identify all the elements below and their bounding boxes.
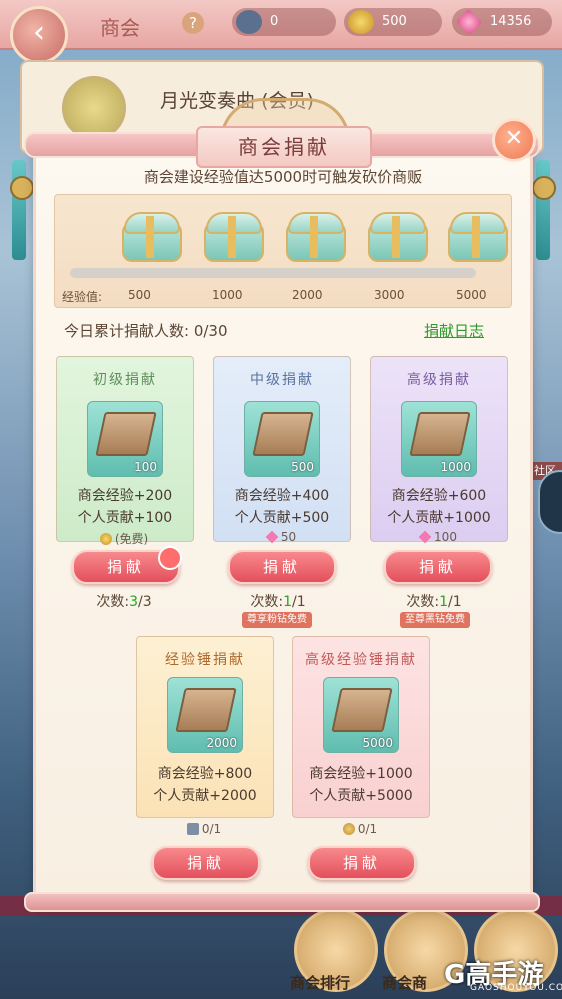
dialog-title: 商会捐献 (196, 126, 372, 168)
card-cost: 100 (370, 530, 506, 544)
personal-contribution-reward: 个人贡献+100 (77, 510, 173, 526)
notification-badge-icon (158, 546, 182, 570)
card-title: 高级经验锤捐献 (305, 652, 417, 668)
personal-contribution-reward: 个人贡献+2000 (153, 788, 257, 804)
donation-book-icon: 2000 (167, 677, 243, 753)
medal-icon (342, 823, 355, 835)
hammer-icon (236, 10, 262, 34)
card-title: 经验锤捐献 (165, 652, 245, 668)
donate-button[interactable]: 捐献 (308, 846, 416, 880)
reward-chest-icon[interactable] (204, 212, 264, 262)
dialog-subtitle: 商会建设经验值达5000时可触发砍价商贩 (143, 168, 423, 186)
donate-button[interactable]: 捐献 (152, 846, 260, 880)
guild-exp-reward: 商会经验+800 (157, 766, 253, 782)
card-basic-donation: 初级捐献 100 商会经验+200 个人贡献+100 (56, 356, 194, 542)
card-cost: 0/1 (292, 822, 428, 836)
reward-chest-icon[interactable] (448, 212, 508, 262)
personal-contribution-reward: 个人贡献+5000 (309, 788, 413, 804)
exp-label: 经验值: (62, 290, 103, 304)
community-button[interactable] (538, 470, 562, 534)
shop-label: 商会商 (382, 974, 428, 992)
donation-book-icon: 100 (87, 401, 163, 477)
coin-ornament-icon (10, 176, 34, 200)
coin-ornament-icon (532, 176, 556, 200)
donation-book-icon: 1000 (401, 401, 477, 477)
guild-exp-reward: 商会经验+400 (234, 488, 330, 504)
gold-resource: 500 (344, 8, 442, 36)
card-high-donation: 高级捐献 1000 商会经验+600 个人贡献+1000 (370, 356, 508, 542)
close-icon[interactable]: ✕ (492, 118, 536, 162)
diamond-resource: 14356 (452, 8, 552, 36)
right-banner (536, 160, 550, 260)
guild-exp-reward: 商会经验+600 (391, 488, 487, 504)
card-title: 初级捐献 (93, 372, 157, 388)
card-cost: (免费) (56, 530, 192, 547)
milestone-label: 1000 (212, 288, 243, 302)
card-advanced-hammer-donation: 高级经验锤捐献 5000 商会经验+1000 个人贡献+5000 (292, 636, 430, 818)
donate-count: 次数:3/3 (96, 594, 152, 610)
donation-book-icon: 5000 (323, 677, 399, 753)
guild-emblem (62, 76, 126, 140)
hammer-icon (186, 823, 199, 835)
watermark-url: GAOSHOUYOU.COM (470, 983, 562, 993)
ranking-label: 商会排行 (290, 974, 351, 992)
exp-progress-bar (70, 268, 476, 278)
donation-book-icon: 500 (244, 401, 320, 477)
card-cost: 50 (213, 530, 349, 544)
donate-count: 次数:1/1 (250, 594, 306, 610)
personal-contribution-reward: 个人贡献+500 (234, 510, 330, 526)
scroll-rod-bottom (24, 892, 540, 912)
diamond-icon (418, 530, 432, 544)
donation-log-link[interactable]: 捐献日志 (424, 320, 484, 341)
back-button[interactable]: ‹ (10, 6, 68, 64)
milestone-label: 3000 (374, 288, 405, 302)
hammer-resource: 0 (232, 8, 336, 36)
page-title: 商会 (100, 16, 140, 40)
guild-exp-reward: 商会经验+1000 (309, 766, 413, 782)
donate-button[interactable]: 捐献 (228, 550, 336, 584)
donate-count: 次数:1/1 (406, 594, 462, 610)
left-banner (12, 160, 26, 260)
help-icon[interactable]: ? (182, 12, 204, 34)
personal-contribution-reward: 个人贡献+1000 (387, 510, 491, 526)
card-exp-hammer-donation: 经验锤捐献 2000 商会经验+800 个人贡献+2000 (136, 636, 274, 818)
diamond-icon (455, 8, 483, 36)
diamond-icon (265, 530, 279, 544)
reward-chest-icon[interactable] (368, 212, 428, 262)
card-mid-donation: 中级捐献 500 商会经验+400 个人贡献+500 (213, 356, 351, 542)
gold-coin-icon (99, 533, 112, 545)
card-title: 高级捐献 (407, 372, 471, 388)
card-title: 中级捐献 (250, 372, 314, 388)
gold-coin-icon (348, 10, 374, 34)
donate-button[interactable]: 捐献 (384, 550, 492, 584)
milestone-label: 500 (128, 288, 151, 302)
reward-chest-icon[interactable] (122, 212, 182, 262)
milestone-label: 2000 (292, 288, 323, 302)
milestone-label: 5000 (456, 288, 487, 302)
donor-count: 今日累计捐献人数: 0/30 (64, 322, 228, 340)
reward-chest-icon[interactable] (286, 212, 346, 262)
vip-free-tag: 至尊黑钻免费 (400, 612, 470, 628)
card-cost: 0/1 (136, 822, 272, 836)
vip-free-tag: 尊享粉钻免费 (242, 612, 312, 628)
guild-exp-reward: 商会经验+200 (77, 488, 173, 504)
